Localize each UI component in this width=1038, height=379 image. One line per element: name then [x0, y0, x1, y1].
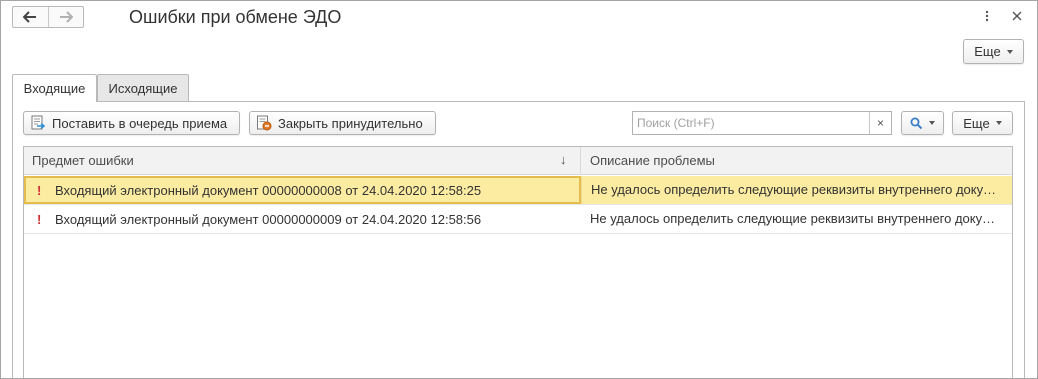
table-row[interactable]: ! Входящий электронный документ 00000000…	[24, 205, 1012, 234]
cell-subject: Входящий электронный документ 0000000000…	[55, 211, 482, 227]
arrow-left-icon	[23, 11, 37, 23]
window: Ошибки при обмене ЭДО Еще Входящие Исход…	[0, 0, 1038, 379]
page-title: Ошибки при обмене ЭДО	[129, 7, 342, 27]
tab-outgoing-label: Исходящие	[108, 80, 178, 96]
search-clear-button[interactable]: ×	[869, 112, 891, 134]
force-close-button[interactable]: Закрыть принудительно	[249, 111, 436, 135]
close-icon	[1012, 11, 1022, 21]
window-close-button[interactable]	[1009, 7, 1025, 25]
column-header-description[interactable]: Описание проблемы	[581, 147, 1012, 174]
tab-outgoing[interactable]: Исходящие	[97, 74, 189, 101]
sort-descending-icon: ↓	[560, 152, 567, 167]
column-header-subject-label: Предмет ошибки	[32, 153, 134, 168]
chevron-down-icon	[1006, 49, 1013, 54]
tab-incoming[interactable]: Входящие	[12, 74, 97, 102]
tab-incoming-label: Входящие	[23, 81, 86, 96]
document-stop-icon	[257, 115, 272, 131]
search-field: ×	[632, 111, 892, 135]
close-icon: ×	[876, 116, 884, 130]
table-header: Предмет ошибки ↓ Описание проблемы	[24, 147, 1012, 175]
cell-description: Не удалось определить следующие реквизит…	[581, 176, 1012, 204]
force-close-label: Закрыть принудительно	[278, 115, 423, 131]
table-more-label: Еще	[963, 115, 990, 131]
arrow-right-icon	[59, 11, 73, 23]
table-more-button[interactable]: Еще	[952, 111, 1013, 135]
navigation-buttons	[12, 6, 84, 28]
form-more-label: Еще	[974, 44, 1001, 59]
chevron-down-icon	[929, 121, 935, 125]
column-header-description-label: Описание проблемы	[590, 153, 715, 168]
search-options-button[interactable]	[901, 111, 944, 135]
enqueue-label: Поставить в очередь приема	[52, 115, 228, 131]
column-header-subject[interactable]: Предмет ошибки	[24, 147, 581, 174]
enqueue-button[interactable]: Поставить в очередь приема	[23, 111, 240, 135]
cell-subject: Входящий электронный документ 0000000000…	[24, 176, 581, 204]
search-input[interactable]	[633, 113, 869, 133]
window-menu-button[interactable]	[979, 7, 995, 25]
search-icon	[910, 117, 923, 129]
forward-button[interactable]	[47, 7, 83, 27]
chevron-down-icon	[995, 121, 1002, 125]
table-row[interactable]: ! Входящий электронный документ 00000000…	[24, 176, 1012, 205]
errors-table: Предмет ошибки ↓ Описание проблемы ! Вхо…	[23, 146, 1013, 378]
queue-document-icon	[31, 115, 46, 130]
form-more-button[interactable]: Еще	[963, 39, 1024, 64]
back-button[interactable]	[13, 7, 48, 27]
more-vertical-icon	[985, 10, 989, 22]
cell-description: Не удалось определить следующие реквизит…	[590, 211, 1012, 226]
